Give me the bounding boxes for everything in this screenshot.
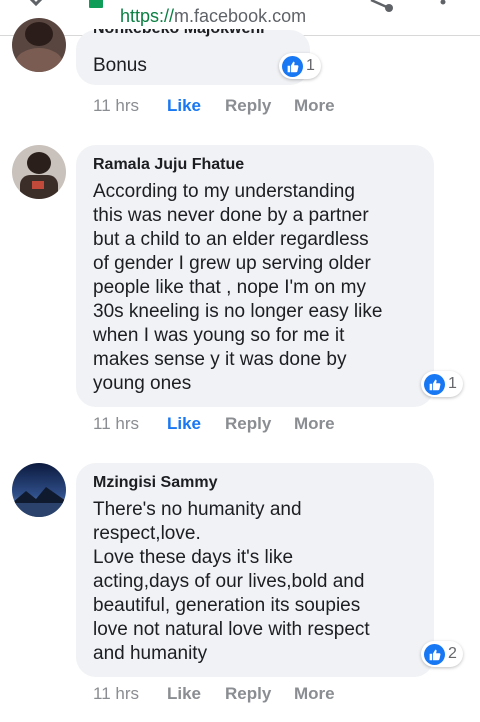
comment-line: Love these days it's like bbox=[93, 547, 294, 568]
reaction-badge[interactable]: 1 bbox=[279, 53, 321, 79]
more-vert-icon[interactable] bbox=[438, 0, 448, 16]
facebook-comments-page: https://m.facebook.com Nonkebeko Majokwe… bbox=[0, 0, 480, 722]
comment-line: acting,days of our lives,bold and bbox=[93, 571, 365, 592]
reaction-badge[interactable]: 1 bbox=[421, 371, 463, 397]
comment-line: 30s kneeling is no longer easy like bbox=[93, 301, 383, 322]
comment-line: but a child to an elder regardless bbox=[93, 229, 369, 250]
address-bar[interactable]: https://m.facebook.com bbox=[120, 6, 306, 27]
reaction-count: 1 bbox=[448, 375, 457, 392]
reaction-count: 2 bbox=[448, 645, 457, 662]
reaction-count: 1 bbox=[306, 57, 315, 74]
comment-line: of gender I grew up serving older bbox=[93, 253, 371, 274]
avatar[interactable] bbox=[12, 145, 66, 199]
reply-button[interactable]: Reply bbox=[225, 96, 271, 116]
like-thumb-icon bbox=[424, 643, 445, 665]
avatar[interactable] bbox=[12, 463, 66, 517]
close-icon[interactable] bbox=[22, 0, 50, 14]
reaction-badge[interactable]: 2 bbox=[421, 641, 463, 667]
comment-line: when I was young so for me it bbox=[93, 325, 345, 346]
avatar[interactable] bbox=[12, 18, 66, 72]
reply-button[interactable]: Reply bbox=[225, 684, 271, 704]
like-button[interactable]: Like bbox=[167, 96, 201, 116]
comment-line: makes sense y it was done by bbox=[93, 349, 347, 370]
comment-text: Bonus bbox=[93, 54, 147, 78]
like-button[interactable]: Like bbox=[167, 414, 201, 434]
comment-line: There's no humanity and bbox=[93, 499, 302, 520]
url-host: m.facebook.com bbox=[174, 6, 307, 26]
url-protocol: https:// bbox=[120, 6, 175, 26]
like-button[interactable]: Like bbox=[167, 684, 201, 704]
comment-line: people like that , nope I'm on my bbox=[93, 277, 366, 298]
comment-timestamp[interactable]: 11 hrs bbox=[93, 684, 139, 704]
share-icon[interactable] bbox=[365, 0, 395, 16]
comment-line: this was never done by a partner bbox=[93, 205, 369, 226]
like-thumb-icon bbox=[424, 373, 445, 395]
comment-line: beautiful, generation its soupies bbox=[93, 595, 361, 616]
comment-line: respect,love. bbox=[93, 523, 201, 544]
comment-author[interactable]: Ramala Juju Fhatue bbox=[93, 156, 244, 174]
more-button[interactable]: More bbox=[294, 96, 335, 116]
comment-line: love not natural love with respect bbox=[93, 619, 370, 640]
comment-timestamp[interactable]: 11 hrs bbox=[93, 414, 139, 434]
more-button[interactable]: More bbox=[294, 684, 335, 704]
comment-line: According to my understanding bbox=[93, 181, 355, 202]
like-thumb-icon bbox=[282, 55, 303, 77]
comment-line: Bonus bbox=[93, 55, 147, 76]
more-button[interactable]: More bbox=[294, 414, 335, 434]
reply-button[interactable]: Reply bbox=[225, 414, 271, 434]
comment-text: There's no humanity and respect,love. Lo… bbox=[93, 498, 370, 666]
comment-line: and humanity bbox=[93, 643, 208, 664]
comment-timestamp[interactable]: 11 hrs bbox=[93, 96, 139, 116]
comment-author[interactable]: Nonkebeko Majokweni bbox=[93, 29, 265, 40]
comment-line: young ones bbox=[93, 373, 192, 394]
comment-text: According to my understanding this was n… bbox=[93, 180, 382, 396]
comment-author[interactable]: Mzingisi Sammy bbox=[93, 474, 217, 492]
lock-icon bbox=[89, 0, 103, 8]
